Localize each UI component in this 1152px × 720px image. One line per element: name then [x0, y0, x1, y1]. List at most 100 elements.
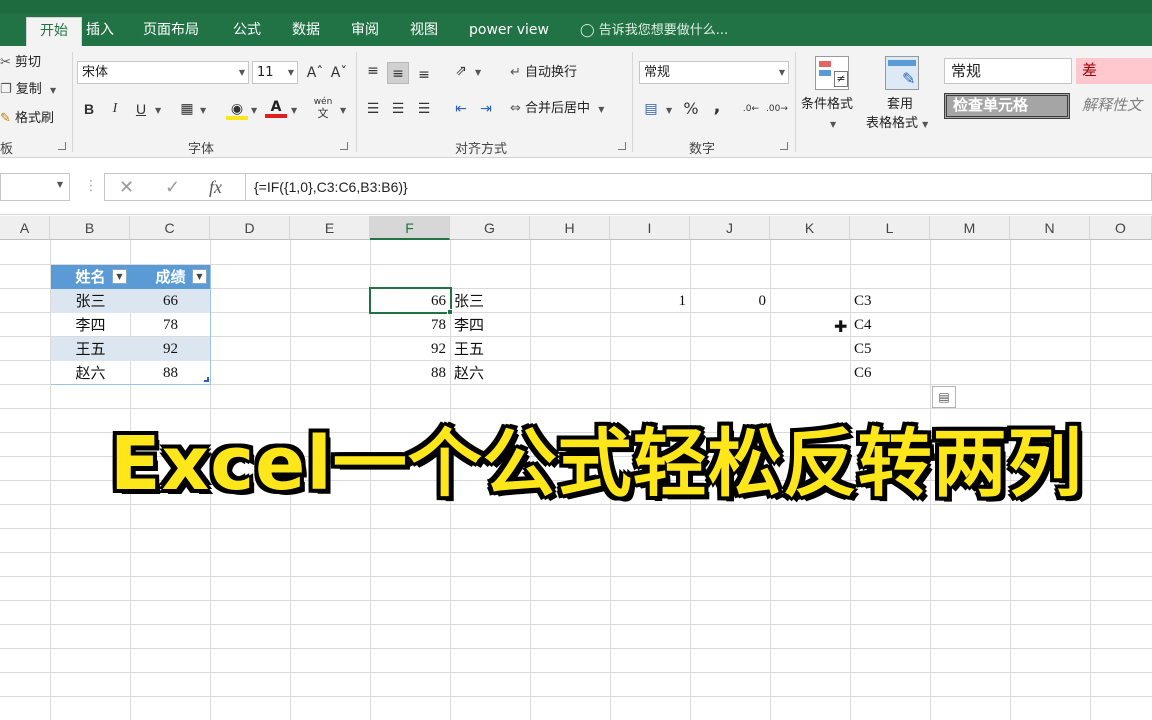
style-check-cell[interactable]: 检查单元格: [944, 93, 1070, 119]
column-header-a[interactable]: A: [0, 216, 50, 240]
table-cell[interactable]: 李四: [51, 313, 130, 337]
style-bad[interactable]: 差: [1076, 58, 1152, 84]
style-explanatory[interactable]: 解释性文: [1076, 93, 1152, 119]
chevron-down-icon[interactable]: ▼: [475, 68, 481, 77]
chevron-down-icon[interactable]: ▼: [251, 106, 257, 115]
conditional-format-icon[interactable]: ≠: [815, 56, 849, 90]
name-box[interactable]: ▼: [0, 173, 70, 201]
chevron-down-icon[interactable]: ▼: [666, 106, 672, 115]
tell-me-box[interactable]: ◯ 告诉我您想要做什么...: [580, 17, 728, 46]
cut-button[interactable]: ✂ 剪切: [0, 52, 41, 74]
italic-button[interactable]: I: [104, 98, 126, 120]
align-bottom-icon[interactable]: ≡: [413, 64, 435, 86]
column-header-o[interactable]: O: [1090, 216, 1152, 240]
tab-power-view[interactable]: power view: [456, 17, 562, 46]
bold-button[interactable]: B: [78, 98, 100, 120]
result-cell[interactable]: 78: [371, 313, 450, 337]
result-cell[interactable]: 92: [371, 337, 450, 361]
result-cell[interactable]: 88: [371, 361, 450, 385]
column-header-i[interactable]: I: [610, 216, 690, 240]
column-header-d[interactable]: D: [210, 216, 290, 240]
result-cell[interactable]: 李四: [454, 313, 530, 337]
borders-icon[interactable]: ▦: [176, 98, 198, 120]
table-cell[interactable]: 66: [131, 289, 210, 313]
array-value-cell[interactable]: 0: [691, 289, 770, 313]
tab-page-layout[interactable]: 页面布局: [130, 17, 212, 46]
column-header-l[interactable]: L: [850, 216, 930, 240]
result-cell[interactable]: 赵六: [454, 361, 530, 385]
wrap-text-button[interactable]: ↵ 自动换行: [510, 62, 577, 84]
ref-label-cell[interactable]: C6: [854, 361, 930, 385]
column-header-m[interactable]: M: [930, 216, 1010, 240]
chevron-down-icon[interactable]: ▼: [340, 106, 346, 115]
ref-label-cell[interactable]: C4: [854, 313, 930, 337]
table-format-label-2[interactable]: 表格格式 ▼: [866, 113, 928, 135]
table-cell[interactable]: 张三: [51, 289, 130, 313]
font-launcher-icon[interactable]: [340, 142, 348, 150]
resize-handle-icon[interactable]: ⋮: [84, 178, 98, 194]
increase-font-icon[interactable]: Aˆ: [304, 62, 326, 84]
increase-decimal-icon[interactable]: .0←: [740, 98, 762, 120]
tab-formulas[interactable]: 公式: [220, 17, 274, 46]
font-size-select[interactable]: 11 ▼: [252, 61, 298, 84]
decrease-indent-icon[interactable]: ⇤: [450, 98, 472, 120]
style-normal[interactable]: 常规: [944, 58, 1072, 84]
table-cell[interactable]: 78: [131, 313, 210, 337]
currency-icon[interactable]: ▤: [640, 98, 662, 120]
insert-function-icon[interactable]: fx: [209, 177, 222, 198]
tab-review[interactable]: 审阅: [338, 17, 392, 46]
table-resize-handle[interactable]: [204, 377, 209, 382]
phonetic-guide-icon[interactable]: wén 文: [312, 96, 334, 120]
comma-button[interactable]: ,: [706, 96, 728, 118]
align-right-icon[interactable]: ☰: [413, 98, 435, 120]
column-header-b[interactable]: B: [50, 216, 130, 240]
align-top-icon[interactable]: ≡: [362, 60, 384, 82]
merge-center-button[interactable]: ⇔ 合并后居中 ▼: [510, 98, 604, 120]
column-header-f[interactable]: F: [370, 216, 450, 240]
table-cell[interactable]: 92: [131, 337, 210, 361]
result-cell[interactable]: 王五: [454, 337, 530, 361]
formula-input[interactable]: {=IF({1,0},C3:C6,B3:B6)}: [246, 173, 1152, 201]
fill-handle[interactable]: [447, 309, 453, 315]
chevron-down-icon[interactable]: ▼: [155, 106, 161, 115]
chevron-down-icon[interactable]: ▼: [830, 120, 836, 129]
table-format-icon[interactable]: ✎: [885, 56, 919, 90]
column-header-e[interactable]: E: [290, 216, 370, 240]
enter-icon[interactable]: ✓: [165, 177, 180, 198]
font-name-select[interactable]: 宋体 ▼: [77, 61, 249, 84]
column-header-h[interactable]: H: [530, 216, 610, 240]
table-cell[interactable]: 赵六: [51, 361, 130, 385]
quick-analysis-icon[interactable]: ▤: [932, 386, 956, 408]
format-painter-button[interactable]: ✎ 格式刷: [0, 108, 54, 130]
filter-dropdown-icon[interactable]: ▼: [192, 269, 207, 284]
chevron-down-icon[interactable]: ▼: [291, 106, 297, 115]
chevron-down-icon[interactable]: ▼: [200, 106, 206, 115]
copy-button[interactable]: ❐ 复制 ▼: [0, 79, 56, 101]
tab-view[interactable]: 视图: [397, 17, 451, 46]
column-header-n[interactable]: N: [1010, 216, 1090, 240]
ref-label-cell[interactable]: C3: [854, 289, 930, 313]
percent-button[interactable]: %: [680, 98, 702, 120]
orientation-icon[interactable]: ⇗: [450, 60, 472, 82]
filter-dropdown-icon[interactable]: ▼: [112, 269, 127, 284]
column-header-c[interactable]: C: [130, 216, 210, 240]
align-center-icon[interactable]: ☰: [387, 98, 409, 120]
column-header-k[interactable]: K: [770, 216, 850, 240]
align-middle-icon[interactable]: ≡: [387, 62, 409, 84]
column-header-g[interactable]: G: [450, 216, 530, 240]
decrease-font-icon[interactable]: Aˇ: [328, 62, 350, 84]
decrease-decimal-icon[interactable]: .00→: [766, 98, 788, 120]
ref-label-cell[interactable]: C5: [854, 337, 930, 361]
array-value-cell[interactable]: 1: [611, 289, 690, 313]
cancel-icon[interactable]: ✕: [119, 177, 134, 198]
align-left-icon[interactable]: ☰: [362, 98, 384, 120]
font-color-icon[interactable]: A: [265, 96, 287, 118]
tab-data[interactable]: 数据: [279, 17, 333, 46]
table-cell[interactable]: 王五: [51, 337, 130, 361]
underline-button[interactable]: U: [130, 98, 152, 120]
clipboard-launcher-icon[interactable]: [58, 142, 66, 150]
table-cell[interactable]: 88: [131, 361, 210, 385]
result-cell[interactable]: 张三: [454, 289, 530, 313]
column-header-j[interactable]: J: [690, 216, 770, 240]
alignment-launcher-icon[interactable]: [618, 142, 626, 150]
